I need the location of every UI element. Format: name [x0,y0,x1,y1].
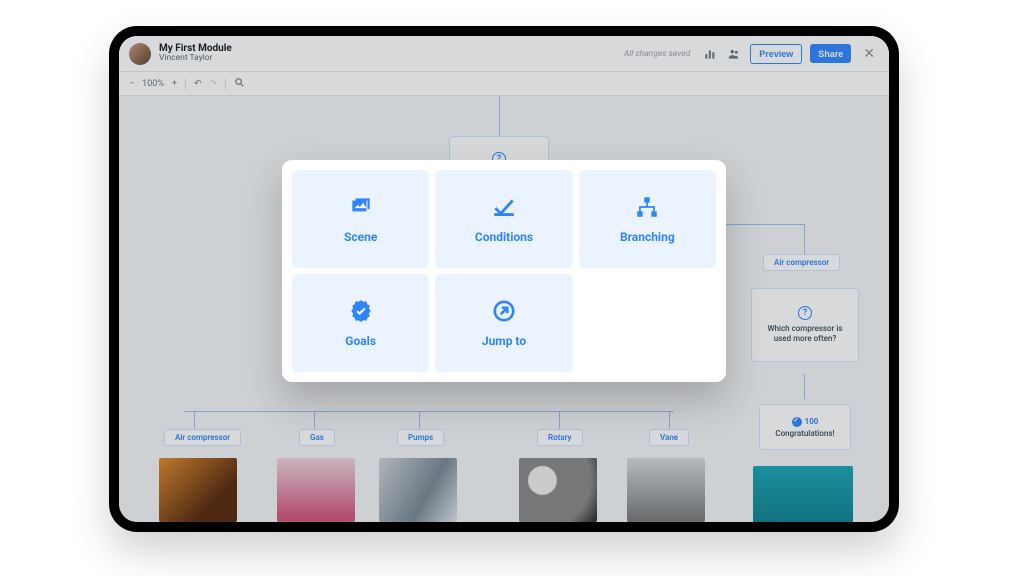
option-branching[interactable]: Branching [579,170,716,268]
branching-icon [634,194,660,220]
option-goals[interactable]: Goals [292,274,429,372]
modal-overlay[interactable]: Scene Conditions Branching Goals Jump to [119,36,889,522]
option-label: Conditions [475,230,533,244]
app-screen: My First Module Vincent Taylor All chang… [119,36,889,522]
option-scene[interactable]: Scene [292,170,429,268]
jumpto-icon [491,298,517,324]
option-empty [579,274,716,372]
goals-icon [348,298,374,324]
add-node-modal: Scene Conditions Branching Goals Jump to [282,160,726,382]
option-conditions[interactable]: Conditions [435,170,572,268]
tablet-frame: My First Module Vincent Taylor All chang… [109,26,899,532]
scene-icon [348,194,374,220]
option-label: Goals [345,334,376,348]
conditions-icon [491,194,517,220]
option-jumpto[interactable]: Jump to [435,274,572,372]
option-label: Jump to [482,334,526,348]
option-label: Branching [620,230,675,244]
option-label: Scene [344,230,377,244]
